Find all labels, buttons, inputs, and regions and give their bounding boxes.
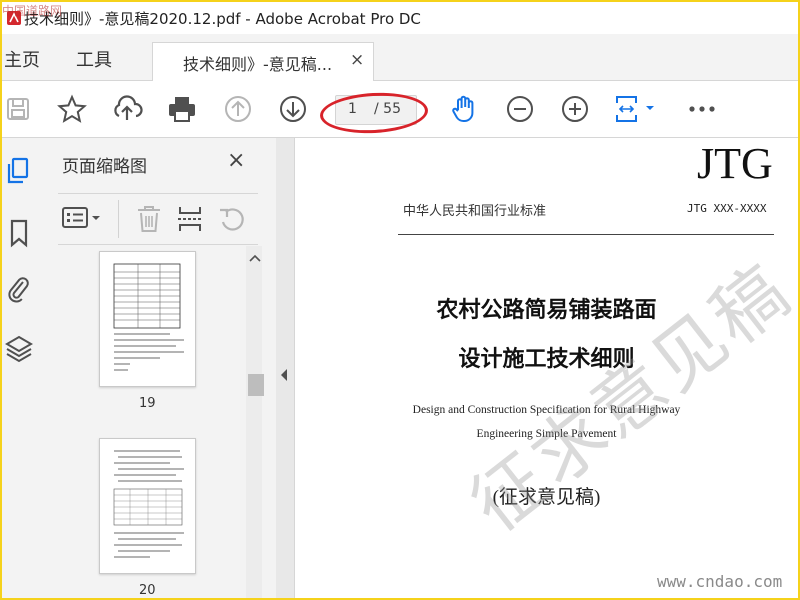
- thumbnail-scrollbar[interactable]: [246, 246, 264, 598]
- delete-page-button[interactable]: [136, 204, 162, 238]
- thumbnail-tools: [58, 193, 258, 245]
- window-title: 技术细则》-意见稿2020.12.pdf - Adobe Acrobat Pro…: [24, 10, 421, 28]
- rotate-page-button[interactable]: [218, 204, 246, 238]
- toolbar: 1 / 55: [2, 81, 798, 138]
- panel-title: 页面缩略图: [62, 157, 147, 177]
- title-bar: 技术细则》-意见稿2020.12.pdf - Adobe Acrobat Pro…: [2, 2, 798, 34]
- upload-cloud-button[interactable]: [111, 93, 143, 125]
- corner-watermark-logo: 中国道路网: [2, 4, 63, 18]
- tab-document-label: 技术细则》-意见稿...: [183, 55, 333, 74]
- zoom-out-button[interactable]: [504, 93, 536, 125]
- hand-tool-button[interactable]: [448, 93, 480, 125]
- tab-tools[interactable]: 工具: [76, 46, 112, 72]
- zoom-in-button[interactable]: [559, 93, 591, 125]
- star-icon: [57, 94, 87, 123]
- close-panel-icon[interactable]: ×: [227, 148, 245, 173]
- rotate-icon: [220, 208, 244, 231]
- arrow-down-circle-icon: [280, 96, 306, 122]
- thumbnail-options-button[interactable]: [62, 206, 106, 234]
- print-button[interactable]: [166, 93, 198, 125]
- tab-home[interactable]: 主页: [4, 46, 40, 72]
- standard-category: 中华人民共和国行业标准: [403, 203, 547, 218]
- zoom-out-icon: [507, 96, 533, 122]
- page-thumbnail[interactable]: [99, 438, 196, 574]
- next-page-button[interactable]: [277, 93, 309, 125]
- bookmarks-button[interactable]: [4, 216, 34, 250]
- bookmark-icon: [10, 219, 28, 248]
- page-preview-table-icon: [113, 263, 184, 371]
- panel-collapse-handle[interactable]: [276, 138, 295, 598]
- chevron-left-icon: [281, 369, 287, 381]
- thumbnails-panel: 页面缩略图 × 19 20: [44, 138, 277, 598]
- thumbnail-page-number: 20: [139, 583, 156, 598]
- thumbnail-page-number: 19: [139, 396, 156, 411]
- hand-icon: [452, 95, 474, 122]
- printer-icon: [169, 97, 195, 122]
- more-horizontal-icon: [689, 106, 715, 112]
- save-icon: [7, 98, 29, 120]
- page-thumbnail[interactable]: [99, 251, 196, 387]
- site-watermark: www.cndao.com: [657, 572, 783, 591]
- toolbar-divider: [118, 200, 119, 238]
- zoom-in-icon: [562, 96, 588, 122]
- tab-bar: 主页 工具 技术细则》-意见稿... ×: [2, 34, 798, 81]
- fit-page-button[interactable]: [614, 93, 660, 125]
- pages-icon: [7, 157, 29, 184]
- trash-icon: [138, 206, 160, 232]
- extract-pages-button[interactable]: [176, 204, 204, 238]
- page-thumbnails-button[interactable]: [4, 154, 34, 188]
- cloud-upload-icon: [114, 95, 143, 120]
- tab-document[interactable]: 技术细则》-意见稿... ×: [152, 42, 374, 81]
- more-tools-button[interactable]: [686, 93, 718, 125]
- document-page: JTG 中华人民共和国行业标准 JTG XXX-XXXX 农村公路简易铺装路面 …: [295, 138, 798, 598]
- attachments-button[interactable]: [4, 272, 34, 306]
- chevron-up-icon[interactable]: [249, 254, 261, 262]
- previous-page-button[interactable]: [222, 93, 254, 125]
- page-preview-text-icon: [113, 450, 184, 558]
- standard-number: JTG XXX-XXXX: [687, 202, 767, 215]
- app-window: 技术细则》-意见稿2020.12.pdf - Adobe Acrobat Pro…: [0, 0, 800, 600]
- layers-icon: [5, 335, 33, 363]
- scrollbar-thumb[interactable]: [248, 374, 264, 396]
- extract-pages-icon: [178, 207, 202, 231]
- layers-button[interactable]: [4, 332, 34, 366]
- bookmark-star-button[interactable]: [56, 93, 88, 125]
- arrow-up-circle-icon: [225, 96, 251, 122]
- options-list-icon: [62, 207, 100, 228]
- left-navigation-rail: [2, 138, 45, 598]
- header-rule: [398, 234, 774, 235]
- save-button[interactable]: [2, 93, 34, 125]
- paperclip-icon: [8, 277, 29, 303]
- fit-page-icon: [616, 96, 654, 122]
- close-tab-icon[interactable]: ×: [350, 50, 364, 70]
- standard-code: JTG: [697, 139, 773, 188]
